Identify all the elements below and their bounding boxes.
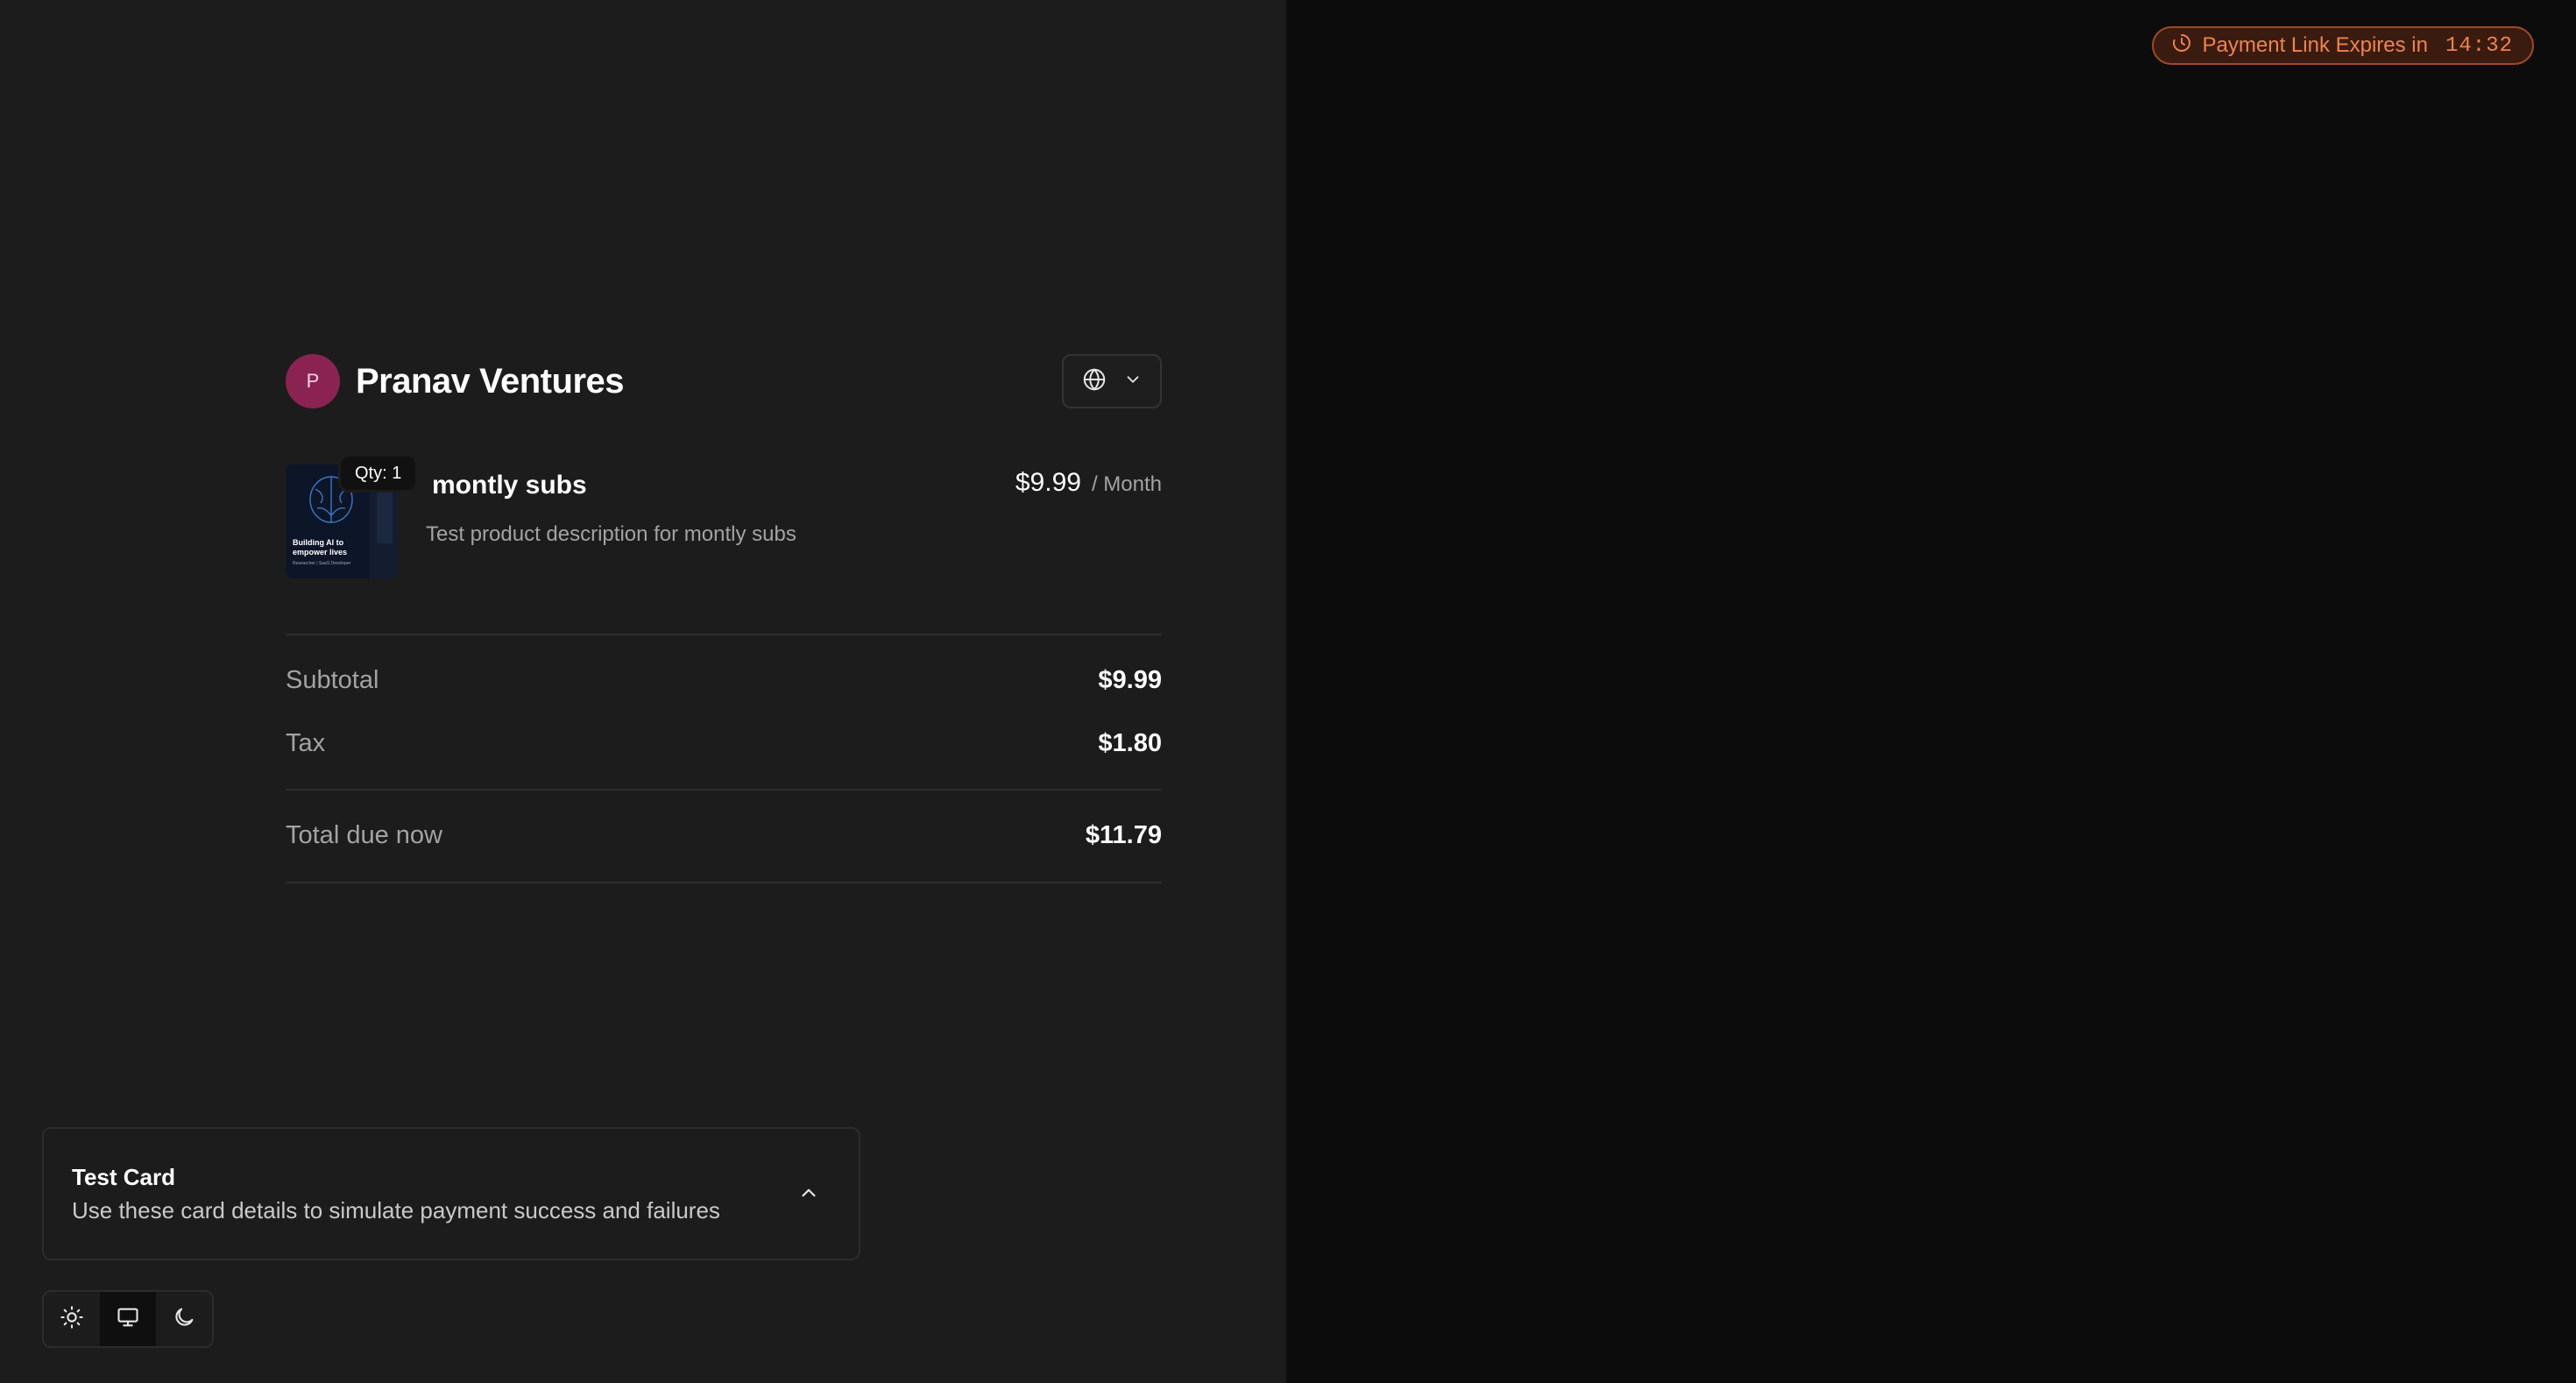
product-description: Test product description for montly subs bbox=[426, 522, 796, 546]
price-period: / Month bbox=[1091, 472, 1162, 496]
timer-icon bbox=[2171, 32, 2192, 60]
payment-panel bbox=[1286, 0, 2576, 1383]
divider bbox=[286, 634, 1162, 635]
tax-value: $1.80 bbox=[1098, 729, 1162, 757]
monitor-icon bbox=[116, 1305, 140, 1334]
expiry-timer: 14:32 bbox=[2445, 33, 2513, 58]
theme-light-button[interactable] bbox=[44, 1292, 100, 1346]
subtotal-label: Subtotal bbox=[286, 666, 379, 694]
sun-icon bbox=[60, 1305, 84, 1334]
thumbnail-line3: Researcher | SaaS Developer bbox=[293, 561, 351, 566]
globe-icon bbox=[1081, 366, 1108, 397]
expiry-label: Payment Link Expires in bbox=[2202, 33, 2428, 57]
test-card-title: Test Card bbox=[72, 1164, 175, 1190]
moon-icon bbox=[172, 1305, 196, 1334]
chevron-up-icon[interactable] bbox=[794, 1178, 824, 1208]
payment-link-expiry-badge: Payment Link Expires in 14:32 bbox=[2151, 26, 2534, 65]
theme-dark-button[interactable] bbox=[156, 1292, 212, 1346]
price-amount: $9.99 bbox=[1015, 468, 1081, 497]
language-selector-button[interactable] bbox=[1062, 354, 1162, 408]
thumbnail-line1: Building AI to bbox=[293, 538, 344, 547]
total-value: $11.79 bbox=[1085, 821, 1162, 849]
quantity-badge: Qty: 1 bbox=[338, 454, 419, 493]
tax-label: Tax bbox=[286, 729, 326, 757]
theme-switcher bbox=[42, 1290, 214, 1348]
thumbnail-line2: empower lives bbox=[293, 548, 348, 557]
merchant-header: P Pranav Ventures bbox=[286, 354, 625, 408]
subtotal-value: $9.99 bbox=[1098, 666, 1162, 694]
chevron-down-icon bbox=[1123, 370, 1143, 394]
merchant-name: Pranav Ventures bbox=[356, 361, 625, 401]
product-price: $9.99 / Month bbox=[1016, 468, 1162, 498]
product-name: montly subs bbox=[432, 471, 587, 500]
merchant-avatar: P bbox=[286, 354, 340, 408]
divider bbox=[286, 882, 1162, 883]
theme-system-button[interactable] bbox=[100, 1292, 156, 1346]
divider bbox=[286, 789, 1162, 791]
total-label: Total due now bbox=[286, 821, 442, 849]
test-card-description: Use these card details to simulate payme… bbox=[72, 1197, 720, 1223]
test-card-panel[interactable]: Test Card Use these card details to simu… bbox=[42, 1127, 860, 1260]
